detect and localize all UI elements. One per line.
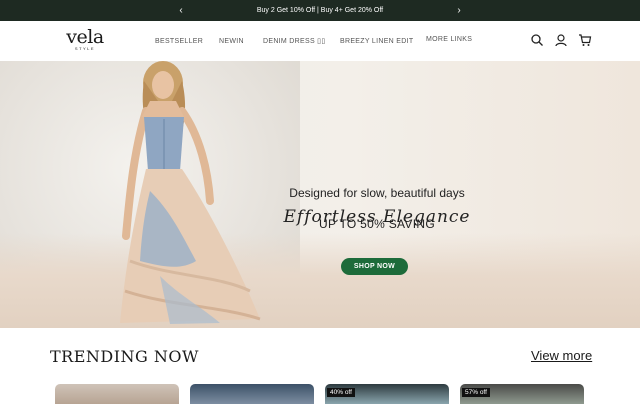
trending-title: TRENDING NOW [50,347,199,366]
product-card[interactable] [55,384,179,404]
hero-saving-text: UP TO 50% SAVING [319,217,435,231]
shop-now-button[interactable]: SHOP NOW [341,258,408,275]
nav-item-breezy-linen-edit[interactable]: BREEZY LINEN EDIT [340,21,413,61]
view-more-link[interactable]: View more [531,348,592,363]
chevron-left-icon[interactable]: ‹ [173,0,189,21]
hero-sand-background [0,233,640,328]
discount-badge: 40% off [327,388,355,397]
search-icon[interactable] [530,33,544,47]
product-card[interactable]: 57% off [460,384,584,404]
hero-model-image [100,61,290,328]
site-header: vela STYLE BESTSELLER NEWIN DENIM DRESS … [0,21,640,62]
product-card[interactable]: 40% off [325,384,449,404]
brand-name: vela [66,26,104,48]
brand-logo[interactable]: vela STYLE [64,27,106,57]
nav-item-bestseller[interactable]: BESTSELLER [155,21,203,61]
account-icon[interactable] [554,33,568,47]
product-card[interactable] [190,384,314,404]
hero-subtitle: Designed for slow, beautiful days [289,186,465,200]
discount-badge: 57% off [462,388,490,397]
nav-item-denim-dress[interactable]: DENIM DRESS ▯▯ [263,21,325,61]
promo-bar: ‹ Buy 2 Get 10% Off | Buy 4+ Get 20% Off… [0,0,640,21]
cart-icon[interactable] [578,33,592,47]
chevron-right-icon[interactable]: › [451,0,467,21]
promo-text: Buy 2 Get 10% Off | Buy 4+ Get 20% Off [256,7,384,14]
nav-item-newin[interactable]: NEWIN [219,21,244,61]
nav-item-more-links[interactable]: MORE LINKS [426,19,472,59]
